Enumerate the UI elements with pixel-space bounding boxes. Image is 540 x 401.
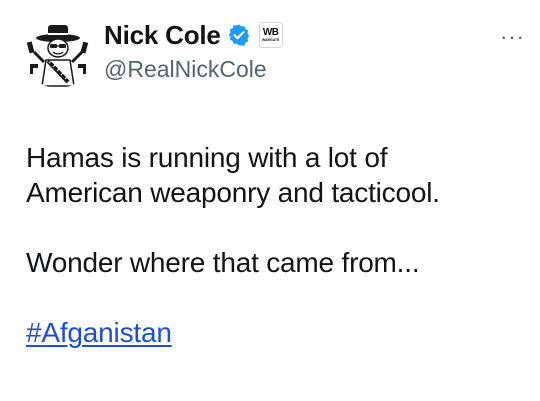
hashtag-link[interactable]: #Afganistan	[26, 317, 172, 348]
verified-badge-icon[interactable]	[227, 23, 251, 47]
tweet-card: Nick Cole WB WARGATE @RealNickCole ··· H…	[0, 0, 540, 401]
avatar[interactable]	[22, 16, 94, 88]
affiliate-badge-label: WARGATE	[261, 37, 280, 42]
avatar-cartoon-cowboy-icon	[22, 16, 94, 88]
more-options-icon[interactable]: ···	[500, 26, 525, 48]
tweet-text-line: Wonder where that came from...	[26, 247, 420, 278]
hashtag-line: #Afganistan	[26, 315, 526, 350]
author-display-name[interactable]: Nick Cole	[104, 22, 221, 48]
affiliate-badge-logo: WB	[262, 26, 279, 38]
affiliate-badge[interactable]: WB WARGATE	[258, 22, 283, 48]
tweet-text-line: American weaponry and tacticool.	[26, 177, 440, 208]
tweet-text-line: Hamas is running with a lot of	[26, 142, 388, 173]
tweet-text: Hamas is running with a lot of American …	[26, 140, 526, 350]
author-handle[interactable]: @RealNickCole	[104, 58, 267, 81]
author-name-row: Nick Cole WB WARGATE	[104, 18, 283, 52]
